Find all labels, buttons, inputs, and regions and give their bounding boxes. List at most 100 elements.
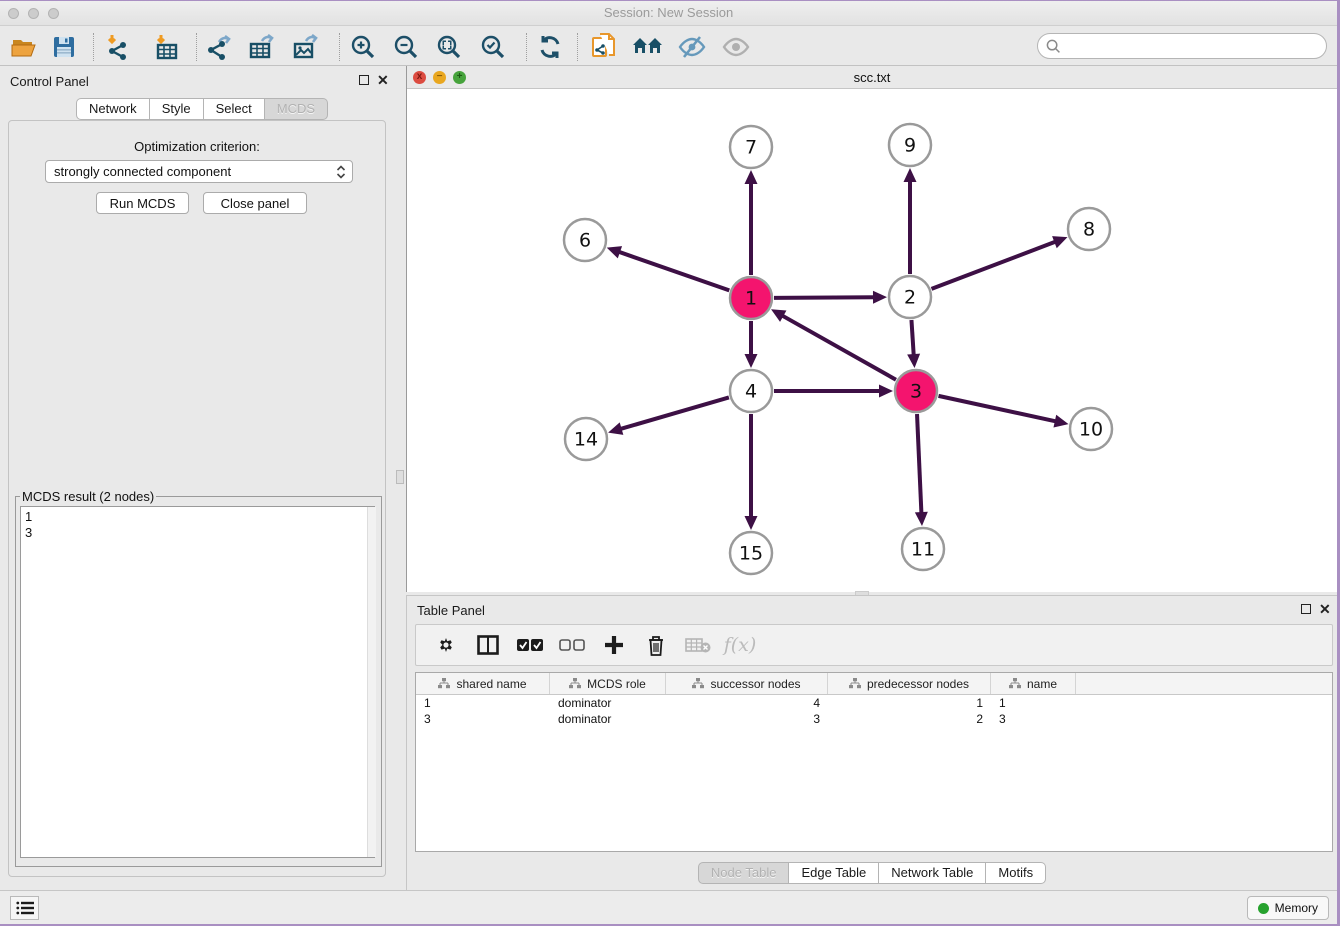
show-all-networks-button[interactable] [632, 32, 664, 62]
graph-edge-3-10[interactable] [938, 396, 1056, 422]
tab-network-table[interactable]: Network Table [879, 862, 986, 884]
edge-arrowhead [879, 385, 893, 398]
memory-button[interactable]: Memory [1247, 896, 1329, 920]
hierarchy-icon [849, 678, 861, 689]
edge-arrowhead [1052, 236, 1067, 248]
graph-edge-3-1[interactable] [781, 315, 895, 380]
clone-network-icon [591, 33, 617, 61]
delete-table-button[interactable] [684, 631, 712, 659]
node-label: 10 [1079, 419, 1103, 441]
table-row[interactable]: 3dominator323 [416, 711, 1332, 727]
graph-edge-3-11[interactable] [917, 414, 921, 514]
hierarchy-icon [692, 678, 704, 689]
import-network-button[interactable] [101, 32, 133, 62]
dropdown-stepper-icon [336, 164, 346, 183]
node-label: 2 [904, 287, 916, 309]
plus-icon [604, 635, 624, 655]
split-handle[interactable] [396, 470, 404, 484]
table-row[interactable]: 1dominator411 [416, 695, 1332, 711]
zoom-in-button[interactable] [347, 32, 379, 62]
float-panel-icon[interactable] [1301, 604, 1311, 616]
window-titlebar: Session: New Session [0, 1, 1337, 26]
import-table-button[interactable] [150, 32, 182, 62]
node-label: 15 [739, 543, 763, 565]
refresh-icon [537, 34, 563, 60]
toolbar-separator [577, 33, 578, 61]
hide-selected-button[interactable] [676, 32, 708, 62]
columns-icon [477, 635, 499, 655]
column-header-name[interactable]: name [991, 673, 1076, 694]
eye-slash-icon [678, 35, 706, 59]
close-panel-icon[interactable]: ✕ [377, 74, 389, 86]
node-label: 3 [910, 381, 922, 403]
graph-edge-1-6[interactable] [618, 252, 729, 291]
column-header-successor-nodes[interactable]: successor nodes [666, 673, 828, 694]
network-graph[interactable]: 7968124314101511 [407, 89, 1337, 591]
result-scrollbar[interactable] [367, 507, 376, 857]
show-selected-button[interactable] [720, 32, 752, 62]
table-cell: 3 [416, 711, 550, 727]
table-toolbar: f(x) [415, 624, 1333, 666]
toolbar-separator [93, 33, 94, 61]
close-panel-button[interactable]: Close panel [203, 192, 307, 214]
mcds-result-title: MCDS result (2 nodes) [20, 489, 156, 504]
mcds-result-text[interactable]: 1 3 [20, 506, 375, 858]
zoom-selected-button[interactable] [477, 32, 509, 62]
list-icon [16, 901, 34, 915]
graph-edge-1-2[interactable] [774, 297, 875, 298]
save-session-button[interactable] [48, 32, 80, 62]
main-toolbar [0, 27, 1337, 66]
table-panel: Table Panel ✕ [406, 595, 1337, 890]
tab-select[interactable]: Select [204, 98, 265, 120]
export-network-button[interactable] [203, 32, 235, 62]
function-builder-button[interactable]: f(x) [726, 631, 754, 659]
graph-edge-4-14[interactable] [620, 397, 729, 429]
graph-edge-2-3[interactable] [911, 320, 913, 356]
select-all-rows-button[interactable] [516, 631, 544, 659]
column-header-predecessor-nodes[interactable]: predecessor nodes [828, 673, 991, 694]
tab-network[interactable]: Network [76, 98, 150, 120]
fx-icon: f(x) [724, 634, 757, 656]
table-header-row: shared nameMCDS rolesuccessor nodesprede… [416, 673, 1332, 695]
column-header-MCDS-role[interactable]: MCDS role [550, 673, 666, 694]
mcds-result-group: MCDS result (2 nodes) 1 3 [15, 489, 382, 867]
search-icon [1046, 39, 1061, 54]
node-label: 11 [911, 539, 935, 561]
control-panel-title: Control Panel [10, 74, 89, 89]
network-canvas[interactable]: 7968124314101511 [407, 89, 1337, 591]
search-input[interactable] [1037, 33, 1327, 59]
table-settings-button[interactable] [432, 631, 460, 659]
export-image-button[interactable] [290, 32, 322, 62]
table-panel-title: Table Panel [417, 603, 485, 618]
apply-layout-button[interactable] [534, 32, 566, 62]
hierarchy-icon [569, 678, 581, 689]
unchecked-boxes-icon [559, 639, 585, 652]
delete-column-button[interactable] [642, 631, 670, 659]
deselect-all-rows-button[interactable] [558, 631, 586, 659]
node-label: 7 [745, 137, 757, 159]
run-mcds-button[interactable]: Run MCDS [96, 192, 189, 214]
zoom-fit-button[interactable] [433, 32, 465, 62]
table-body: 1dominator4113dominator323 [416, 695, 1332, 727]
add-column-button[interactable] [600, 631, 628, 659]
export-table-button[interactable] [246, 32, 278, 62]
tab-style[interactable]: Style [150, 98, 204, 120]
task-history-button[interactable] [10, 896, 39, 920]
zoom-out-button[interactable] [390, 32, 422, 62]
tab-node-table[interactable]: Node Table [698, 862, 790, 884]
tab-mcds[interactable]: MCDS [265, 98, 328, 120]
float-panel-icon[interactable] [359, 75, 369, 87]
graph-edge-2-8[interactable] [932, 241, 1057, 288]
window-title: Session: New Session [0, 5, 1337, 20]
split-columns-button[interactable] [474, 631, 502, 659]
edge-arrowhead [745, 170, 758, 184]
criterion-dropdown[interactable]: strongly connected component [45, 160, 353, 183]
tab-edge-table[interactable]: Edge Table [789, 862, 879, 884]
search-field[interactable] [1061, 39, 1326, 54]
node-label: 4 [745, 381, 757, 403]
close-panel-icon[interactable]: ✕ [1319, 603, 1331, 615]
clone-network-button[interactable] [588, 32, 620, 62]
tab-motifs[interactable]: Motifs [986, 862, 1046, 884]
open-file-button[interactable] [8, 32, 40, 62]
column-header-shared-name[interactable]: shared name [416, 673, 550, 694]
